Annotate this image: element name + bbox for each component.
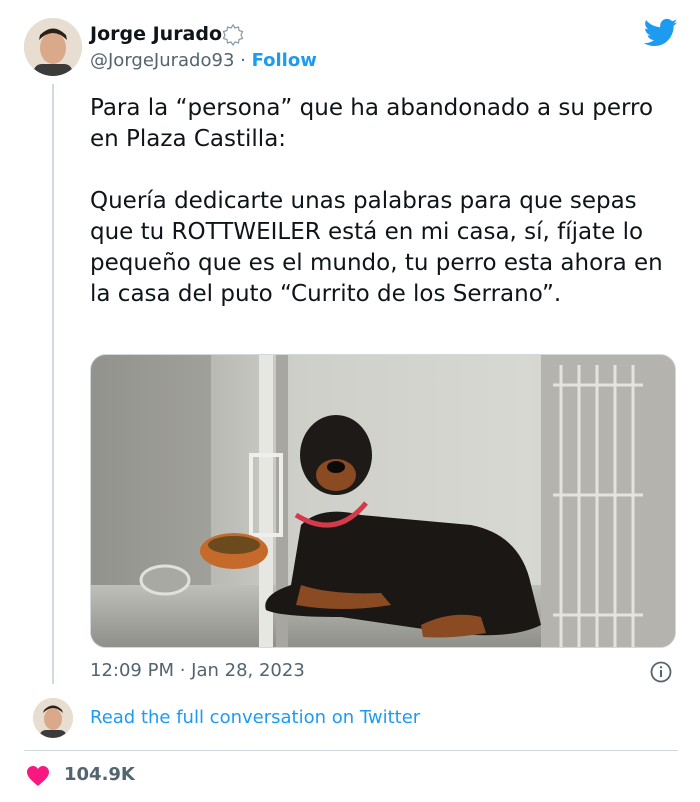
conversation-avatar[interactable] (33, 698, 73, 738)
like-count: 104.9K (64, 764, 135, 785)
divider (24, 750, 678, 751)
handle-separator: · (234, 50, 252, 71)
tweet-text: Para la “persona” que ha abandonado a su… (90, 93, 670, 310)
author-handle-row: @JorgeJurado93 · Follow (90, 50, 317, 71)
thread-line (52, 84, 54, 684)
tweet-paragraph: Quería dedicarte unas palabras para que … (90, 188, 663, 307)
follow-button[interactable]: Follow (252, 50, 317, 71)
author-avatar[interactable] (24, 18, 82, 76)
twitter-bird-icon[interactable] (643, 18, 678, 48)
tweet-paragraph: Para la “persona” que ha abandonado a su… (90, 95, 654, 152)
heart-icon[interactable] (26, 765, 50, 787)
read-conversation-link[interactable]: Read the full conversation on Twitter (90, 707, 420, 728)
verified-badge-icon (222, 23, 244, 47)
author-name[interactable]: Jorge Jurado (90, 23, 222, 45)
info-icon[interactable] (650, 661, 672, 683)
tweet-timestamp[interactable]: 12:09 PM · Jan 28, 2023 (90, 660, 305, 681)
tweet-photo-rottweiler[interactable] (90, 354, 676, 648)
author-handle[interactable]: @JorgeJurado93 (90, 50, 234, 71)
